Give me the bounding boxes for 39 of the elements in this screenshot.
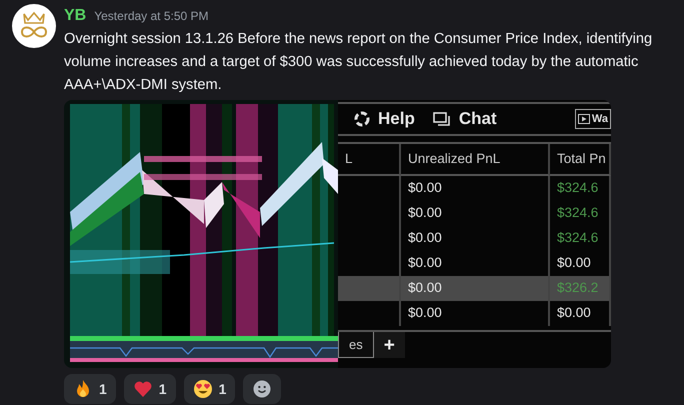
toolbar-button[interactable]: Wa	[574, 108, 611, 130]
toolbar-label[interactable]: Chat	[458, 106, 497, 132]
heart-icon	[132, 379, 153, 399]
table-cell-text: $324.6	[557, 204, 598, 222]
video-icon	[578, 114, 590, 124]
tab[interactable]: es	[338, 332, 374, 358]
reaction-button[interactable]: 1	[184, 374, 236, 404]
table-cell-text: $0.00	[557, 304, 591, 322]
author-name[interactable]: YB	[64, 4, 86, 28]
table-cell-text: $324.6	[557, 179, 598, 198]
avatar-icon	[12, 4, 56, 48]
table-row[interactable]: $0.00 $324.6	[338, 226, 611, 251]
table-cell-text: $324.6	[557, 229, 598, 248]
table-cell-text: $0.00	[408, 254, 442, 272]
table-cell-text: $0.00	[408, 179, 442, 198]
table-row[interactable]: $0.00 $324.6	[338, 176, 611, 201]
table-cell-text: $0.00	[557, 254, 591, 272]
table-row[interactable]: $0.00 $0.00	[338, 301, 611, 326]
column-header: Unrealized PnL	[401, 144, 550, 176]
table-row[interactable]: $0.00 $326.2	[338, 276, 611, 301]
reaction-button[interactable]: 1	[124, 374, 176, 404]
timestamp: Yesterday at 5:50 PM	[94, 8, 209, 25]
add-reaction-button[interactable]	[243, 374, 282, 404]
message-text: Overnight session 13.1.26 Before the news report on the Consumer Price Index, identifying volume increases and a target of $300 was successfully achieved today by the automatic AAA+\ADX-DMI system.	[64, 30, 654, 95]
table-cell-text: $0.00	[408, 229, 442, 248]
table-cell-text: $0.00	[408, 204, 442, 222]
add-reaction-icon	[252, 379, 272, 399]
table-cell-text: $0.00	[408, 304, 442, 322]
help-icon	[354, 111, 370, 127]
chat-icon	[432, 111, 451, 127]
table-cell-text: $326.2	[557, 279, 598, 298]
table-cell-text: $0.00	[408, 279, 442, 298]
column-header: Total Pn	[550, 144, 611, 176]
table-row[interactable]: $0.00 $324.6	[338, 201, 611, 226]
heart-eyes-face-icon	[192, 379, 213, 399]
toolbar-label[interactable]: Help	[378, 106, 415, 132]
column-header: L	[338, 144, 401, 176]
reaction-button[interactable]: 1	[64, 374, 116, 404]
add-tab-button[interactable]: +	[374, 332, 405, 358]
